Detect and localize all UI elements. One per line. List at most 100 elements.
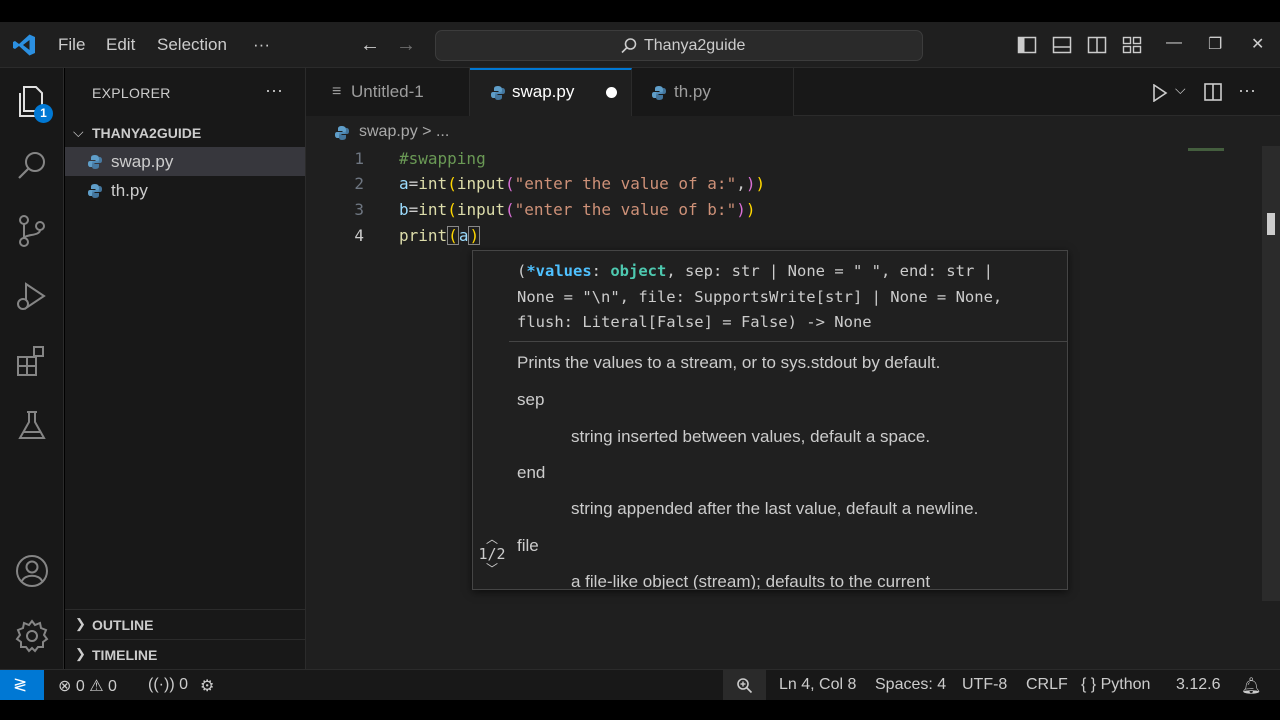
sidebar-title: EXPLORER — [92, 85, 171, 101]
signature-text: (*values: object, sep: str | None = " ",… — [517, 262, 1003, 331]
param-end-label: end — [517, 463, 546, 482]
search-icon — [621, 38, 637, 54]
run-python-icon[interactable] — [1152, 84, 1168, 102]
remote-indicator[interactable]: ≷ — [0, 670, 44, 701]
restore-icon[interactable]: ❐ — [1208, 34, 1222, 54]
python-file-icon — [88, 184, 102, 198]
outline-label: OUTLINE — [92, 617, 154, 633]
ports-indicator[interactable]: ((·)) 0 — [148, 676, 188, 694]
language-mode[interactable]: { } Python — [1081, 676, 1150, 694]
error-icon: ⊗ — [58, 678, 72, 695]
menu-edit[interactable]: Edit — [106, 35, 135, 55]
notifications-bell-icon[interactable]: 🔔︎ — [1241, 676, 1261, 696]
letterbox-bottom — [0, 700, 1280, 720]
braces-icon: { } — [1081, 676, 1097, 693]
previous-signature-icon[interactable]: ︿ — [475, 533, 509, 545]
code-line: 1 #swapping — [306, 146, 1246, 172]
param-file-desc: a file-like object (stream); defaults to… — [571, 572, 931, 590]
minimize-icon[interactable]: — — [1166, 34, 1182, 52]
line-number: 4 — [354, 226, 364, 245]
file-name: th.py — [111, 181, 148, 200]
file-name: swap.py — [111, 152, 174, 171]
python-file-icon — [88, 155, 102, 169]
explorer-sidebar: EXPLORER ··· ⌵ THANYA2GUIDE swap.py th.p… — [65, 68, 306, 669]
line-endings[interactable]: CRLF — [1026, 676, 1068, 694]
file-item-swap[interactable]: swap.py — [65, 147, 305, 176]
param-sep-desc: string inserted between values, default … — [571, 427, 931, 446]
timeline-label: TIMELINE — [92, 647, 158, 663]
minimap[interactable] — [1188, 148, 1224, 151]
python-file-icon — [652, 86, 666, 100]
toggle-secondary-sidebar-icon[interactable] — [1087, 35, 1107, 55]
unsaved-dot-icon[interactable] — [606, 87, 617, 98]
line-number: 2 — [354, 174, 364, 193]
tab-label: th.py — [674, 82, 711, 101]
extensions-icon[interactable] — [14, 343, 50, 379]
next-signature-icon[interactable]: ﹀ — [475, 563, 509, 575]
param-end-desc: string appended after the last value, de… — [571, 499, 979, 518]
broadcast-icon: ((·)) — [148, 676, 175, 693]
timeline-section[interactable]: ❯ TIMELINE — [65, 639, 305, 669]
file-item-th[interactable]: th.py — [65, 176, 305, 205]
search-view-icon[interactable] — [14, 148, 50, 184]
signature-help-popup: (*values: object, sep: str | None = " ",… — [472, 250, 1068, 590]
explorer-badge: 1 — [34, 104, 53, 123]
split-editor-icon[interactable] — [1204, 83, 1222, 101]
tab-label: Untitled-1 — [351, 82, 424, 101]
customize-layout-icon[interactable] — [1122, 35, 1142, 55]
zoom-icon — [737, 678, 753, 694]
chevron-down-icon: ⌵ — [73, 124, 84, 140]
param-sep-label: sep — [517, 390, 545, 409]
scrollbar-thumb[interactable] — [1267, 213, 1275, 235]
line-number: 3 — [354, 200, 364, 219]
run-debug-icon[interactable] — [14, 278, 50, 314]
close-icon[interactable]: ✕ — [1251, 34, 1264, 54]
indentation[interactable]: Spaces: 4 — [875, 676, 946, 694]
settings-gear-icon[interactable] — [14, 618, 50, 654]
warning-icon: ⚠ — [89, 678, 104, 695]
chevron-right-icon: ❯ — [75, 616, 86, 631]
cursor-position[interactable]: Ln 4, Col 8 — [779, 676, 856, 694]
popup-divider — [509, 341, 1067, 342]
signature-pager: ︿ 1/2 ﹀ — [475, 533, 509, 575]
command-center-search[interactable]: Thanya2guide — [435, 30, 923, 61]
folder-name: THANYA2GUIDE — [92, 125, 202, 141]
param-file-label: file — [517, 536, 539, 555]
code-line-current: 4 print(a) — [306, 223, 1246, 249]
workspace-folder[interactable]: ⌵ THANYA2GUIDE — [65, 122, 305, 146]
code-line: 3 b=int(input("enter the value of b:")) — [306, 197, 1246, 223]
menu-selection[interactable]: Selection — [157, 35, 227, 55]
run-dropdown-chevron-icon[interactable]: ⌵ — [1175, 81, 1186, 98]
debug-status-icon[interactable]: ⚙ — [200, 676, 214, 696]
tab-th[interactable]: th.py — [632, 68, 794, 116]
menu-file[interactable]: File — [58, 35, 85, 55]
outline-section[interactable]: ❯ OUTLINE — [65, 609, 305, 639]
editor-more-actions-icon[interactable]: ··· — [1238, 80, 1256, 101]
sidebar-more-button[interactable]: ··· — [265, 80, 283, 101]
back-arrow-icon[interactable]: ← — [360, 34, 380, 57]
source-control-icon[interactable] — [14, 213, 50, 249]
forward-arrow-icon[interactable]: → — [396, 34, 416, 57]
remote-icon: ≷ — [13, 675, 28, 694]
testing-flask-icon[interactable] — [14, 408, 50, 444]
problems-indicator[interactable]: ⊗ 0 ⚠ 0 — [58, 676, 117, 696]
zoom-indicator[interactable] — [723, 670, 766, 701]
tab-label: swap.py — [512, 82, 575, 101]
accounts-icon[interactable] — [14, 553, 50, 589]
python-version[interactable]: 3.12.6 — [1176, 676, 1220, 694]
code-line: 2 a=int(input("enter the value of a:",)) — [306, 171, 1246, 197]
title-bar: File Edit Selection ··· ← → Thanya2guide… — [0, 22, 1280, 68]
status-bar: ≷ ⊗ 0 ⚠ 0 ((·)) 0 ⚙ Ln 4, Col 8 Spaces: … — [0, 669, 1280, 701]
toggle-panel-icon[interactable] — [1052, 35, 1072, 55]
search-text: Thanya2guide — [644, 37, 746, 54]
encoding[interactable]: UTF-8 — [962, 676, 1007, 694]
toggle-primary-sidebar-icon[interactable] — [1017, 35, 1037, 55]
chevron-right-icon: ❯ — [75, 646, 86, 661]
line-number: 1 — [354, 149, 364, 168]
menu-more[interactable]: ··· — [253, 35, 270, 55]
python-file-icon — [491, 86, 505, 100]
signature-count: 1/2 — [478, 545, 506, 563]
tab-swap[interactable]: swap.py — [470, 68, 632, 116]
tab-bar: ≡ Untitled-1 swap.py th.py ⌵ ··· — [306, 68, 1280, 116]
tab-untitled[interactable]: ≡ Untitled-1 — [306, 68, 470, 116]
